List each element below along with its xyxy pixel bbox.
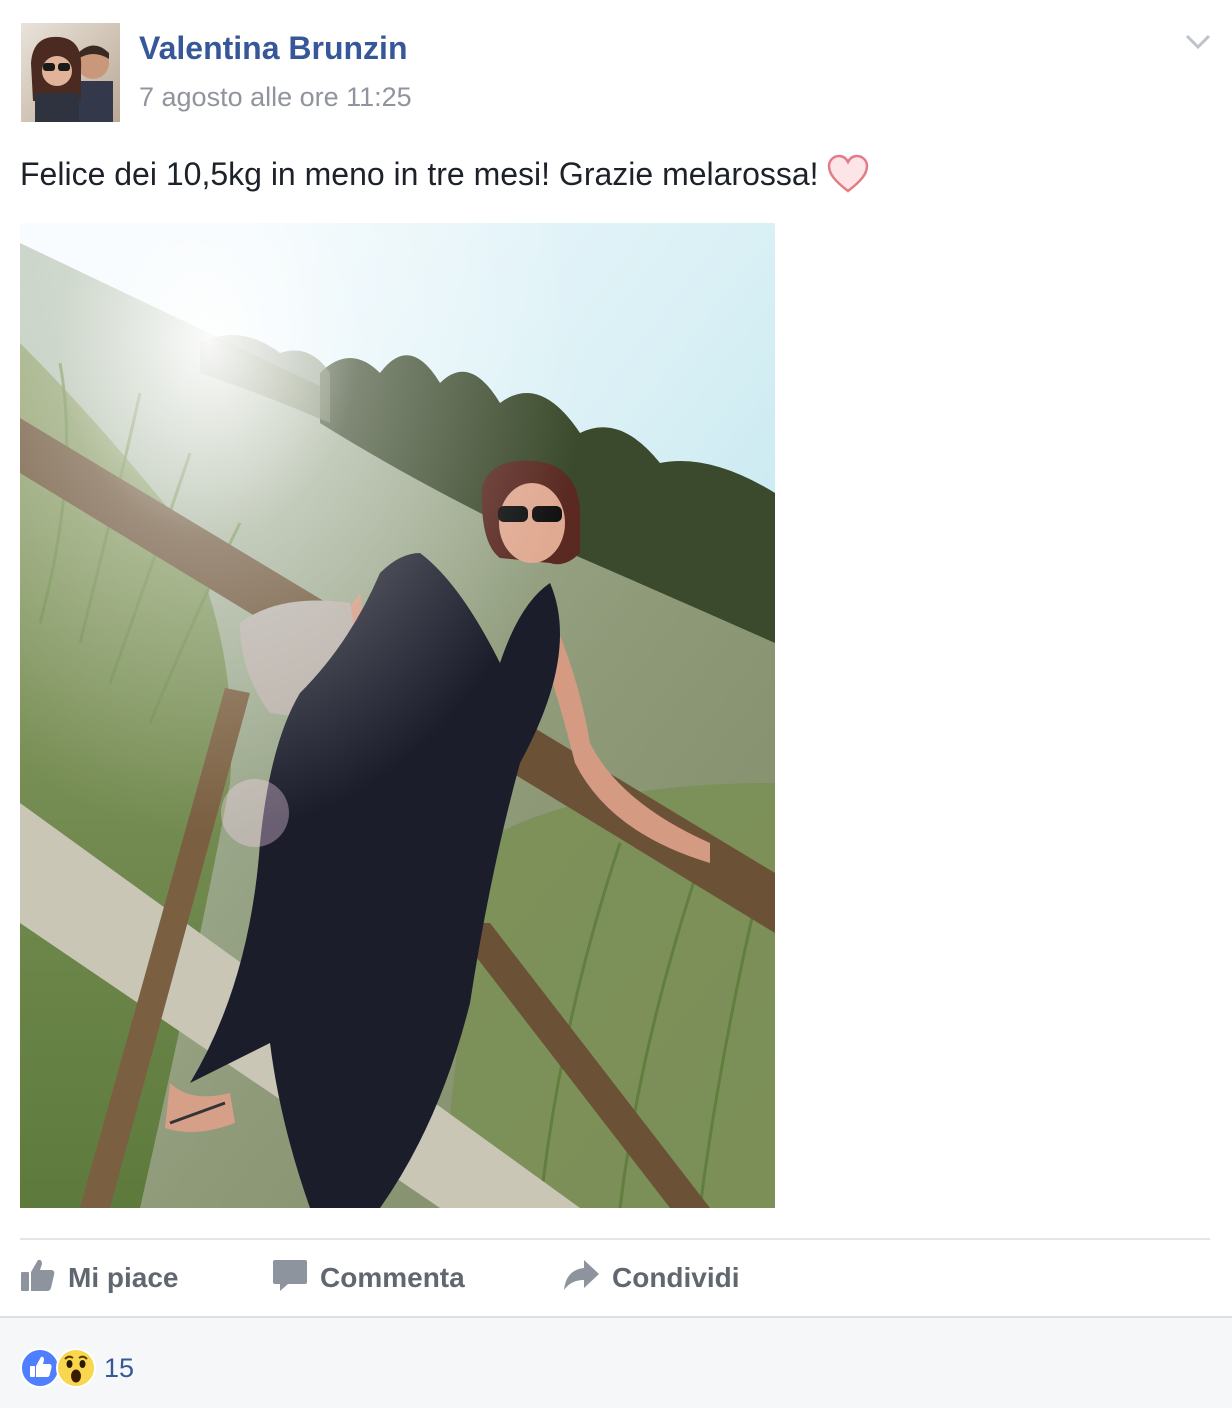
author-avatar[interactable] bbox=[21, 23, 120, 122]
thumbs-up-icon bbox=[20, 1258, 56, 1299]
wow-reaction-icon bbox=[56, 1348, 96, 1388]
actions-divider bbox=[20, 1238, 1210, 1240]
share-label: Condividi bbox=[612, 1262, 740, 1293]
like-reaction-icon bbox=[20, 1348, 60, 1388]
heart-icon bbox=[827, 154, 869, 194]
like-button[interactable]: Mi piace bbox=[20, 1255, 178, 1301]
like-label: Mi piace bbox=[68, 1262, 179, 1293]
facebook-post: Valentina Brunzin 7 agosto alle ore 11:2… bbox=[0, 0, 1232, 1408]
avatar-photo bbox=[21, 23, 120, 122]
share-button[interactable]: Condividi bbox=[562, 1255, 740, 1301]
author-name[interactable]: Valentina Brunzin bbox=[139, 30, 407, 67]
reaction-count: 15 bbox=[104, 1352, 135, 1383]
post-message-text: Felice dei 10,5kg in meno in tre mesi! G… bbox=[20, 155, 819, 192]
reactions-bar: 15 bbox=[0, 1316, 1232, 1408]
comment-button[interactable]: Commenta bbox=[272, 1255, 465, 1301]
post-message: Felice dei 10,5kg in meno in tre mesi! G… bbox=[20, 154, 869, 194]
comment-icon bbox=[272, 1258, 308, 1299]
share-arrow-icon bbox=[562, 1258, 600, 1299]
comment-label: Commenta bbox=[320, 1262, 465, 1293]
photo-image bbox=[20, 223, 775, 1208]
chevron-down-icon[interactable] bbox=[1183, 30, 1213, 54]
post-photo[interactable] bbox=[20, 223, 775, 1208]
post-timestamp[interactable]: 7 agosto alle ore 11:25 bbox=[139, 82, 412, 113]
reactions-summary[interactable]: 15 bbox=[20, 1348, 134, 1388]
